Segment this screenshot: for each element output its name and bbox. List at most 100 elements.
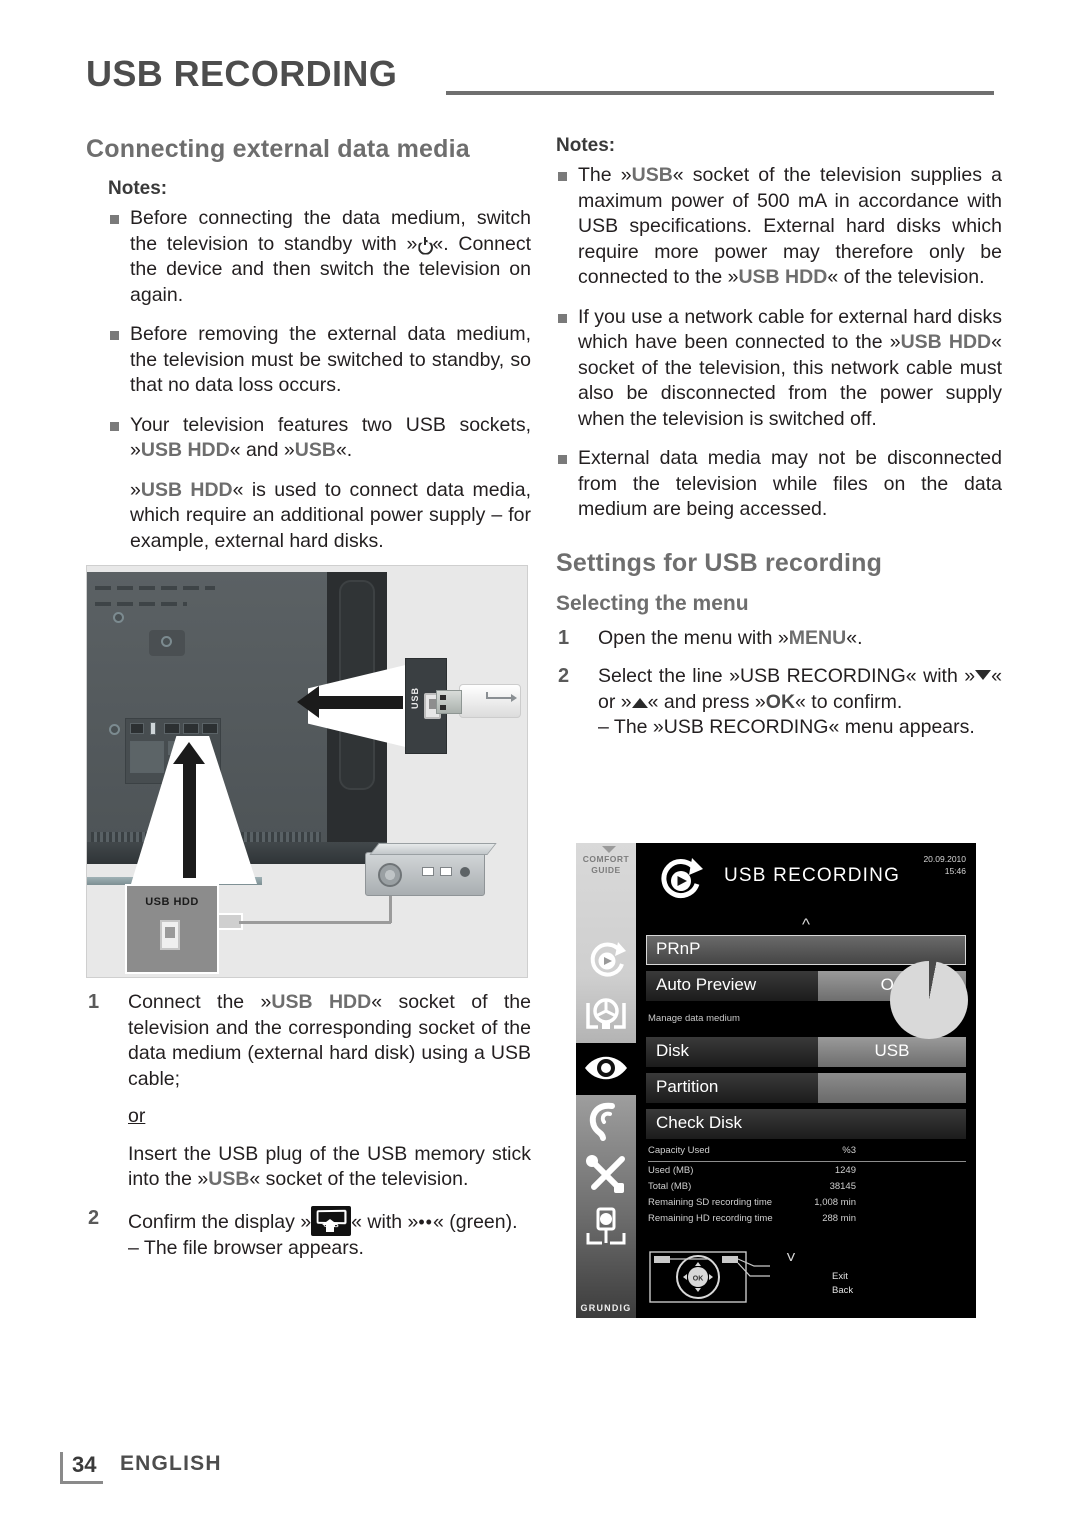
connect-steps-list: 1 Connect the »USB HDD« socket of the te…	[86, 990, 531, 1261]
or-separator: or	[128, 1105, 146, 1127]
stat-row: Capacity Used %3	[648, 1145, 966, 1162]
power-icon	[417, 236, 432, 252]
section-title-connecting: Connecting external data media	[86, 135, 470, 163]
scart-port	[130, 741, 164, 773]
note-item: Before removing the external data medium…	[108, 322, 531, 399]
stat-row: Total (MB) 38145	[648, 1181, 966, 1197]
osd-row-label: PRnP	[646, 935, 966, 965]
left-steps-block: 1 Connect the »USB HDD« socket of the te…	[86, 990, 531, 1274]
screw-icon	[109, 724, 120, 735]
osd-row-prnp[interactable]: PRnP	[646, 935, 966, 965]
osd-row-label: Check Disk	[646, 1109, 966, 1139]
osd-row-partition[interactable]: Partition	[646, 1073, 966, 1103]
section-title-settings: Settings for USB recording	[556, 548, 883, 577]
osd-time: 15:46	[944, 866, 966, 876]
chevron-up-icon[interactable]: ^	[636, 916, 976, 933]
nav-back-label: Back	[832, 1285, 854, 1296]
note-item: If you use a network cable for external …	[556, 305, 1002, 433]
stat-value: 288 min	[822, 1213, 856, 1224]
osd-row-disk[interactable]: Disk USB	[646, 1037, 966, 1067]
usb-hdd-port	[150, 722, 156, 735]
menu-steps-list: 1 Open the menu with »MENU«. 2 Select th…	[556, 626, 1002, 741]
step-item: 2 Confirm the display »USB« with »••« (g…	[86, 1205, 531, 1262]
usb-socket-label: USB	[410, 687, 420, 710]
stat-value: %3	[842, 1145, 856, 1156]
arrow-down-icon	[975, 670, 992, 680]
step-number: 1	[558, 626, 570, 649]
arrow-up-icon	[631, 697, 648, 708]
hdmi-port	[164, 723, 180, 734]
usb-cable	[239, 921, 391, 924]
usb-hdd-callout-box: USB HDD	[125, 884, 219, 974]
vent-dash-row	[95, 586, 215, 590]
usb-recording-logo-icon	[654, 855, 706, 907]
note-item: External data media may not be disconnec…	[556, 446, 1002, 523]
arrow-to-usb-hdd-socket	[173, 742, 205, 878]
nav-exit-label: Exit	[832, 1271, 848, 1282]
right-notes-block: Notes: The »USB« socket of the televisio…	[556, 135, 1002, 523]
note-item: The »USB« socket of the television suppl…	[556, 163, 1002, 291]
step-number: 2	[88, 1206, 100, 1229]
notes-label-left: Notes:	[108, 178, 168, 199]
page-title: USB RECORDING	[86, 53, 398, 94]
svg-text:OK: OK	[693, 1276, 704, 1283]
subsection-title-selecting-menu: Selecting the menu	[556, 591, 749, 615]
osd-date: 20.09.2010	[923, 854, 966, 864]
header-rule	[446, 91, 994, 95]
osd-main-panel: USB RECORDING 20.09.2010 15:46 ^ PRnP Au…	[636, 843, 976, 1318]
step-number: 2	[558, 665, 570, 687]
right-notes-list: The »USB« socket of the television suppl…	[556, 163, 1002, 523]
hdmi-port	[183, 723, 199, 734]
stat-row: Remaining HD recording time 288 min	[648, 1213, 966, 1229]
hdd-fan-icon	[378, 863, 402, 887]
page-number: 34	[60, 1452, 104, 1484]
lan-port	[130, 723, 144, 734]
hdmi-port	[202, 723, 218, 734]
usb-plug-icon	[436, 690, 462, 714]
usb-recording-icon[interactable]	[582, 938, 630, 984]
usb-hdd-label: USB HDD	[145, 896, 199, 908]
osd-title: USB RECORDING	[724, 865, 901, 886]
osd-row-check-disk[interactable]: Check Disk	[646, 1109, 966, 1139]
right-column: Notes: The »USB« socket of the televisio…	[556, 135, 1002, 754]
insert-arrow-icon	[322, 1218, 339, 1232]
osd-row-value[interactable]: USB	[818, 1037, 966, 1067]
step-result: – The file browser appears.	[128, 1236, 364, 1259]
picture-eye-icon[interactable]	[582, 1045, 630, 1091]
usb-symbol-icon	[486, 692, 517, 702]
hdd-top-face	[369, 843, 497, 855]
osd-row-value[interactable]	[818, 1073, 966, 1103]
step-item: 1 Open the menu with »MENU«.	[556, 626, 1002, 652]
notes-label-right: Notes:	[556, 135, 616, 156]
page-footer: 34 ENGLISH	[60, 1452, 222, 1484]
external-hard-disk	[365, 843, 497, 896]
hdd-power-port	[460, 867, 470, 877]
stat-value: 1249	[834, 1165, 856, 1176]
media-source-icon[interactable]	[582, 991, 630, 1037]
usb-tv-icon: USB	[311, 1205, 352, 1236]
usb-memory-stick	[436, 684, 521, 718]
sound-ear-icon[interactable]	[582, 1098, 630, 1144]
capacity-pie-chart	[890, 961, 968, 1039]
osd-sidebar: COMFORT GUIDE GRUNDIG	[576, 843, 636, 1318]
left-column: Connecting external data media Notes: Be…	[86, 135, 531, 568]
green-button-dots-icon: ••	[418, 1211, 433, 1232]
hdd-port	[422, 867, 434, 876]
language-label: ENGLISH	[119, 1452, 222, 1475]
osd-screenshot: COMFORT GUIDE GRUNDIG USB RECORDING 20.0…	[576, 843, 976, 1318]
settings-tools-icon[interactable]	[582, 1151, 630, 1197]
stat-row: Used (MB) 1249	[648, 1165, 966, 1181]
left-notes-block: Notes: Before connecting the data medium…	[86, 178, 531, 554]
left-notes-list: Before connecting the data medium, switc…	[108, 206, 531, 554]
note-item: Your television features two USB sockets…	[108, 413, 531, 464]
stat-value: 38145	[829, 1181, 856, 1192]
stat-value: 1,008 min	[814, 1197, 856, 1208]
chevron-up-icon	[602, 846, 616, 853]
osd-datetime: 20.09.2010 15:46	[923, 853, 966, 877]
osd-group-label-manage: Manage data medium	[648, 1013, 740, 1024]
network-icon[interactable]	[582, 1203, 630, 1249]
screw-icon	[113, 612, 124, 623]
usb-cable-segment	[389, 892, 392, 923]
manual-page: USB RECORDING Connecting external data m…	[0, 0, 1080, 1532]
vent-dash-row	[95, 602, 187, 606]
